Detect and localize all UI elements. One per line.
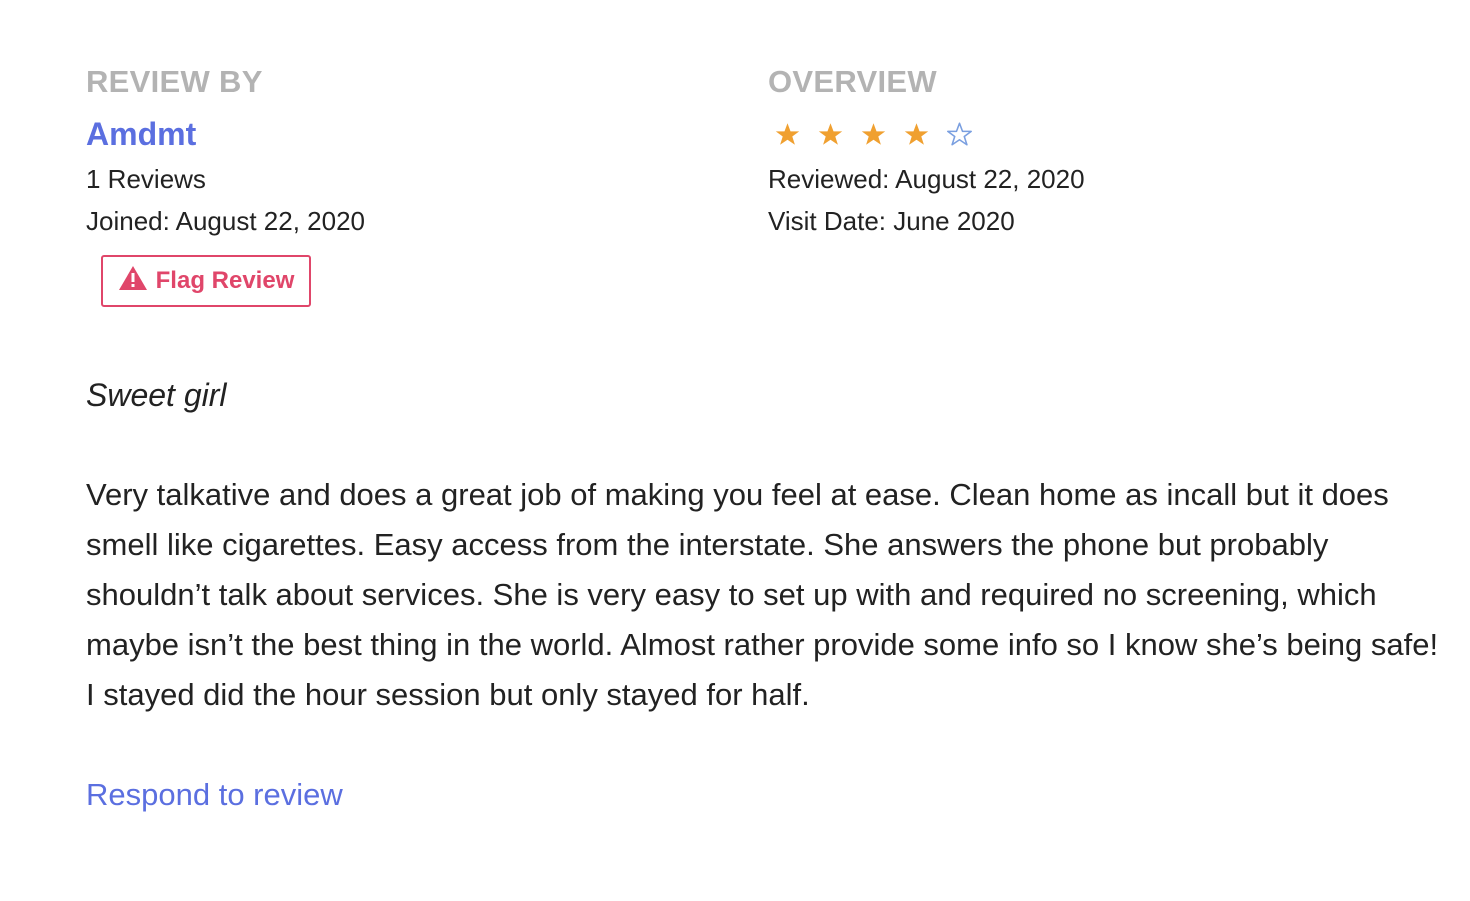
flag-review-button[interactable]: Flag Review — [101, 255, 311, 307]
star-filled-icon — [811, 118, 850, 150]
star-filled-icon — [897, 118, 936, 150]
flag-review-label: Flag Review — [155, 267, 295, 294]
star-empty-icon — [940, 118, 979, 150]
reviews-count: 1 Reviews — [86, 164, 206, 194]
star-filled-icon — [768, 118, 807, 150]
warning-triangle-icon — [118, 265, 148, 298]
joined-date: Joined: August 22, 2020 — [86, 206, 366, 236]
visit-date: Visit Date: June 2020 — [768, 206, 1015, 236]
review-title: Sweet girl — [86, 377, 227, 413]
reviewer-panel: REVIEW BY Amdmt 1 Reviews Joined: August… — [86, 62, 686, 307]
review-body: Very talkative and does a great job of m… — [86, 477, 1439, 712]
reviewed-date: Reviewed: August 22, 2020 — [768, 164, 1085, 194]
overview-label: OVERVIEW — [768, 64, 937, 99]
review-by-label: REVIEW BY — [86, 64, 263, 99]
star-filled-icon — [854, 118, 893, 150]
reviewer-name-link[interactable]: Amdmt — [86, 114, 686, 154]
star-rating — [768, 114, 1368, 154]
overview-panel: OVERVIEW Reviewed: August 22, 2020 Visit… — [768, 62, 1368, 242]
respond-to-review-link[interactable]: Respond to review — [86, 770, 343, 820]
